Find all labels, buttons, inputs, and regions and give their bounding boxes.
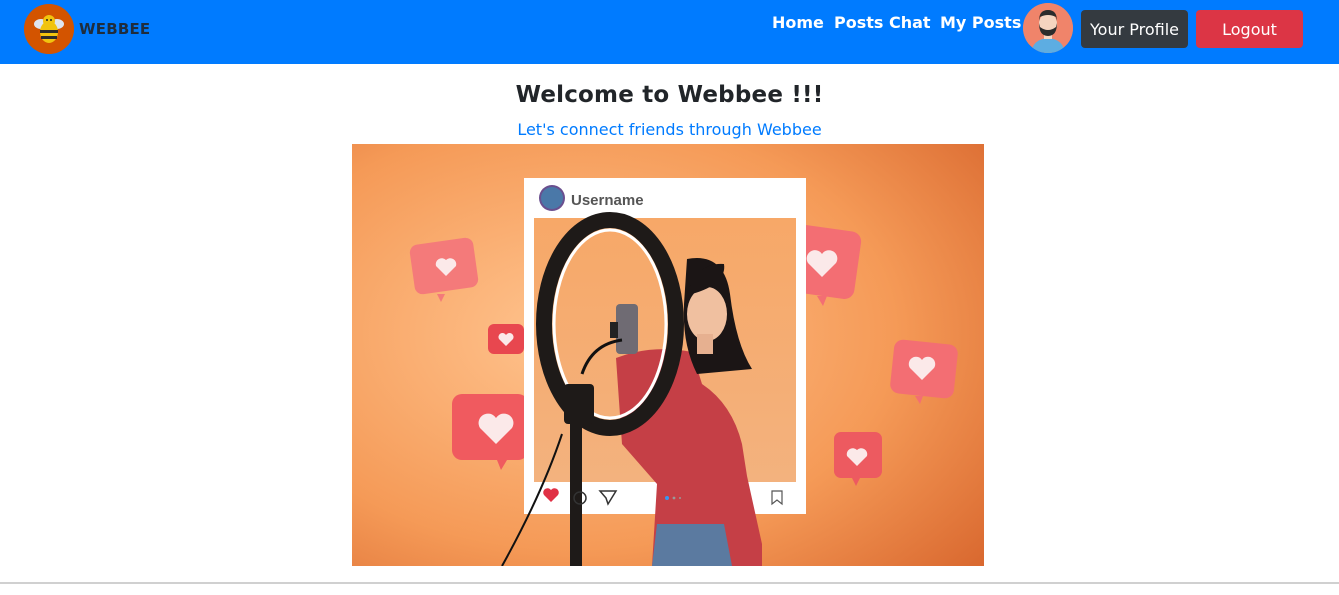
page-title: Welcome to Webbee !!! bbox=[515, 82, 824, 108]
navbar: WEBBEE Home Posts Chat My Posts Your Pro… bbox=[0, 0, 1339, 64]
nav-link-home[interactable]: Home bbox=[772, 13, 824, 32]
footer-divider bbox=[0, 582, 1339, 584]
logout-button[interactable]: Logout bbox=[1196, 10, 1303, 48]
brand-name[interactable]: WEBBEE bbox=[79, 20, 150, 38]
nav-link-chat[interactable]: Chat bbox=[889, 13, 931, 32]
nav-link-my-posts[interactable]: My Posts bbox=[940, 13, 1021, 32]
hero-image: Username bbox=[352, 144, 984, 566]
nav-link-posts[interactable]: Posts bbox=[834, 13, 883, 32]
avatar[interactable] bbox=[1023, 3, 1073, 53]
your-profile-button[interactable]: Your Profile bbox=[1081, 10, 1188, 48]
page-subtitle: Let's connect friends through Webbee bbox=[517, 120, 822, 139]
post-username: Username bbox=[571, 192, 644, 209]
brand[interactable]: WEBBEE bbox=[24, 4, 150, 54]
bee-logo-icon[interactable] bbox=[24, 4, 74, 54]
